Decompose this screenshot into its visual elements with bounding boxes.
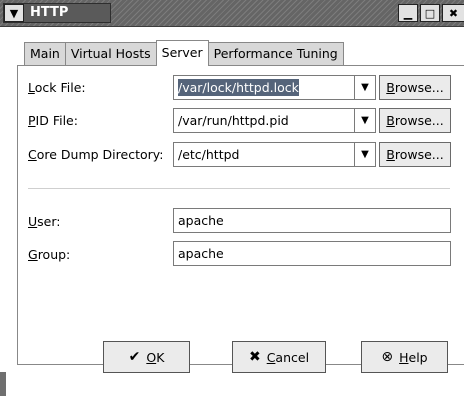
ok-button-label: OK — [146, 349, 165, 365]
tab-main[interactable]: Main — [24, 42, 66, 66]
core-dump-directory-browse-button[interactable]: Browse... — [379, 142, 451, 167]
pid-file-browse-button[interactable]: Browse... — [379, 108, 451, 133]
maximize-button[interactable]: □ — [420, 4, 440, 22]
window-title: HTTP — [30, 5, 69, 20]
separator — [28, 188, 450, 189]
tab-server[interactable]: Server — [155, 40, 209, 66]
close-button[interactable]: ✖ — [442, 4, 464, 22]
close-icon: ✖ — [448, 6, 459, 20]
chevron-down-icon: ▼ — [361, 82, 369, 93]
core-dump-directory-label: Core Dump Directory: — [28, 147, 164, 162]
group-label: Group: — [28, 247, 71, 262]
cancel-button[interactable]: ✖ Cancel — [232, 341, 326, 373]
group-input[interactable]: apache — [173, 241, 451, 266]
help-button[interactable]: ⊗ Help — [361, 341, 448, 373]
core-dump-directory-combo-entry[interactable]: /etc/httpd — [173, 142, 369, 167]
user-label: User: — [28, 214, 61, 229]
lock-file-label: Lock File: — [28, 80, 86, 95]
minimize-button[interactable]: ▁ — [398, 4, 418, 22]
http-dialog-window: ▼ HTTP ▁ □ ✖ Main Virtual Hosts Server P… — [0, 0, 464, 396]
tab-virtual-hosts[interactable]: Virtual Hosts — [64, 42, 157, 66]
window-frame-edge — [0, 372, 6, 396]
pid-file-dropdown-button[interactable]: ▼ — [354, 108, 376, 133]
pid-file-combo-entry[interactable]: /var/run/httpd.pid — [173, 108, 369, 133]
core-dump-directory-dropdown-button[interactable]: ▼ — [354, 142, 376, 167]
help-lifebuoy-icon: ⊗ — [381, 349, 394, 365]
server-tab-panel: Lock File: /var/lock/httpd.lock ▼ Browse… — [17, 65, 464, 365]
tab-performance-tuning[interactable]: Performance Tuning — [207, 42, 344, 66]
checkmark-icon: ✔ — [128, 349, 141, 365]
ok-button[interactable]: ✔ OK — [103, 341, 190, 373]
pid-file-label: PID File: — [28, 113, 78, 128]
chevron-down-icon: ▼ — [361, 115, 369, 126]
maximize-icon: □ — [424, 6, 436, 20]
chevron-down-icon: ▼ — [361, 149, 369, 160]
dialog-body: Main Virtual Hosts Server Performance Tu… — [0, 28, 464, 396]
window-menu-button[interactable]: ▼ — [4, 4, 24, 22]
user-input[interactable]: apache — [173, 208, 451, 233]
core-dump-directory-value: /etc/httpd — [178, 147, 240, 162]
lock-file-value: /var/lock/httpd.lock — [178, 79, 299, 96]
chevron-down-icon: ▼ — [9, 6, 19, 20]
lock-file-browse-button[interactable]: Browse... — [379, 75, 451, 100]
help-button-label: Help — [399, 349, 428, 365]
cancel-button-label: Cancel — [266, 349, 310, 365]
minimize-icon: ▁ — [403, 6, 413, 20]
titlebar[interactable]: ▼ HTTP ▁ □ ✖ — [0, 0, 464, 27]
lock-file-combo-entry[interactable]: /var/lock/httpd.lock — [173, 75, 369, 100]
tab-bar: Main Virtual Hosts Server Performance Tu… — [24, 40, 344, 66]
cancel-x-icon: ✖ — [248, 349, 261, 365]
lock-file-dropdown-button[interactable]: ▼ — [354, 75, 376, 100]
pid-file-value: /var/run/httpd.pid — [178, 113, 289, 128]
